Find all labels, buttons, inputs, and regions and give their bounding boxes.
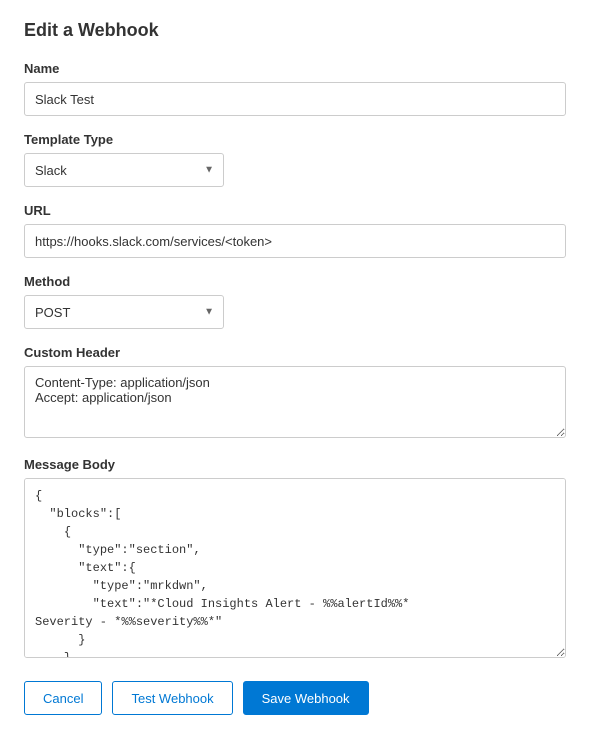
method-select-wrapper: POST GET PUT ▼: [24, 295, 224, 329]
method-field-group: Method POST GET PUT ▼: [24, 274, 566, 329]
name-field-group: Name: [24, 61, 566, 116]
template-type-select-wrapper: Slack Generic PagerDuty ▼: [24, 153, 224, 187]
test-webhook-button[interactable]: Test Webhook: [112, 681, 232, 715]
custom-header-field-group: Custom Header Content-Type: application/…: [24, 345, 566, 441]
custom-header-label: Custom Header: [24, 345, 566, 360]
cancel-button[interactable]: Cancel: [24, 681, 102, 715]
template-type-field-group: Template Type Slack Generic PagerDuty ▼: [24, 132, 566, 187]
url-input[interactable]: [24, 224, 566, 258]
template-type-label: Template Type: [24, 132, 566, 147]
message-body-textarea[interactable]: { "blocks":[ { "type":"section", "text":…: [24, 478, 566, 658]
name-label: Name: [24, 61, 566, 76]
method-select[interactable]: POST GET PUT: [24, 295, 224, 329]
custom-header-textarea[interactable]: Content-Type: application/json Accept: a…: [24, 366, 566, 438]
button-row: Cancel Test Webhook Save Webhook: [24, 681, 566, 715]
template-type-select[interactable]: Slack Generic PagerDuty: [24, 153, 224, 187]
method-label: Method: [24, 274, 566, 289]
save-webhook-button[interactable]: Save Webhook: [243, 681, 369, 715]
message-body-label: Message Body: [24, 457, 566, 472]
url-field-group: URL: [24, 203, 566, 258]
message-body-field-group: Message Body { "blocks":[ { "type":"sect…: [24, 457, 566, 661]
name-input[interactable]: [24, 82, 566, 116]
url-label: URL: [24, 203, 566, 218]
page-title: Edit a Webhook: [24, 20, 566, 41]
